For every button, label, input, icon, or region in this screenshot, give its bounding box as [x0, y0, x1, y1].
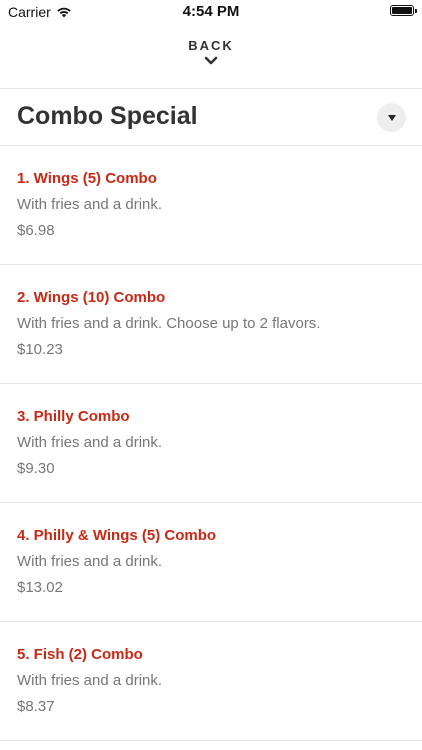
status-bar: Carrier 4:54 PM: [0, 0, 422, 24]
menu-item[interactable]: 2. Wings (10) Combo With fries and a dri…: [0, 265, 422, 384]
menu-item-price: $8.37: [17, 698, 55, 715]
back-label: BACK: [188, 38, 234, 53]
menu-item-name: 1. Wings (5) Combo: [17, 170, 157, 187]
menu-item-price: $13.02: [17, 579, 63, 596]
menu-item-price: $6.98: [17, 222, 55, 239]
menu-item-name: 5. Fish (2) Combo: [17, 646, 143, 663]
menu-item-name: 4. Philly & Wings (5) Combo: [17, 527, 217, 544]
chevron-down-icon: [204, 56, 218, 65]
menu-item[interactable]: 3. Philly Combo With fries and a drink. …: [0, 384, 422, 503]
menu-item-description: With fries and a drink.: [17, 672, 163, 689]
back-button[interactable]: BACK: [0, 38, 422, 66]
clock: 4:54 PM: [182, 3, 240, 20]
menu-item[interactable]: 4. Philly & Wings (5) Combo With fries a…: [0, 503, 422, 622]
menu-item[interactable]: 1. Wings (5) Combo With fries and a drin…: [0, 146, 422, 265]
menu-item-price: $10.23: [17, 341, 63, 358]
menu-item-description: With fries and a drink.: [17, 553, 163, 570]
menu-item-description: With fries and a drink.: [17, 434, 163, 451]
menu-item-name: 3. Philly Combo: [17, 408, 130, 425]
menu-item-description: With fries and a drink. Choose up to 2 f…: [17, 315, 321, 332]
menu-item-name: 2. Wings (10) Combo: [17, 289, 166, 306]
battery-icon: [390, 5, 417, 16]
menu-item[interactable]: 5. Fish (2) Combo With fries and a drink…: [0, 622, 422, 741]
header-divider: [0, 88, 422, 89]
section-title: Combo Special: [17, 102, 198, 130]
category-dropdown-button[interactable]: [377, 103, 406, 132]
menu-item-list: 1. Wings (5) Combo With fries and a drin…: [0, 146, 422, 741]
menu-item-price: $9.30: [17, 460, 55, 477]
caret-down-icon: [387, 114, 396, 121]
menu-item-description: With fries and a drink.: [17, 196, 163, 213]
